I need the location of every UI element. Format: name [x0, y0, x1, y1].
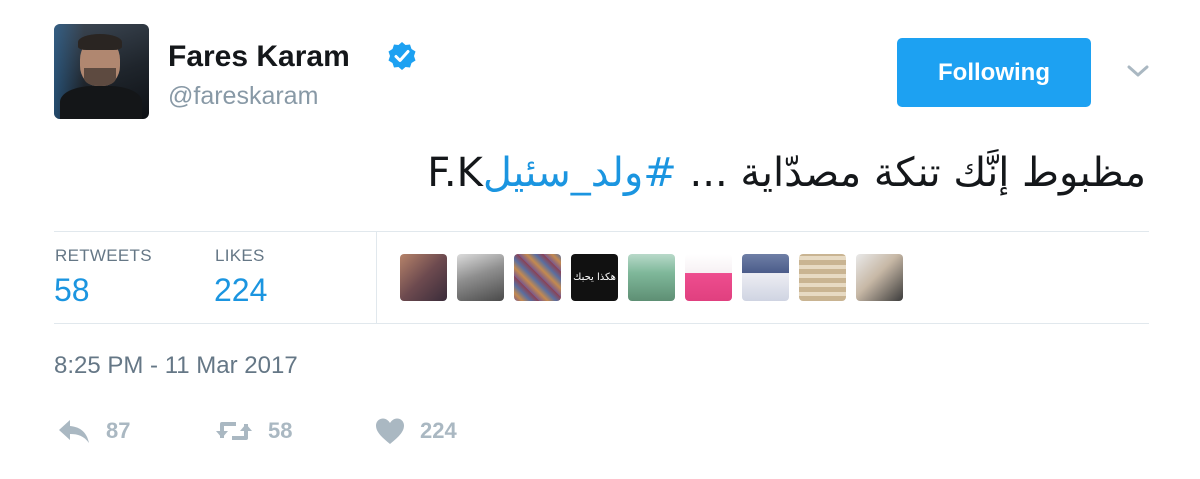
likes-count[interactable]: 224 — [214, 272, 267, 309]
liker-avatar[interactable] — [628, 254, 675, 301]
tweet-text: مظبوط إنَّك تنكة مصدّاية ... #ولد_سئيل F… — [146, 150, 1146, 196]
liker-avatar[interactable] — [799, 254, 846, 301]
tweet-signature: F.K — [414, 150, 483, 196]
user-handle[interactable]: @fareskaram — [168, 82, 318, 111]
liker-avatar[interactable] — [742, 254, 789, 301]
reply-icon — [59, 420, 89, 443]
retweets-count[interactable]: 58 — [54, 272, 90, 309]
liker-avatar[interactable] — [400, 254, 447, 301]
liker-avatar[interactable] — [856, 254, 903, 301]
retweets-label: RETWEETS — [55, 246, 152, 265]
divider — [54, 231, 1149, 232]
avatar-hair — [78, 34, 122, 50]
retweet-action[interactable]: 58 — [214, 414, 292, 448]
liker-avatar[interactable] — [514, 254, 561, 301]
liker-avatar[interactable] — [457, 254, 504, 301]
tweet-timestamp[interactable]: 8:25 PM - 11 Mar 2017 — [54, 352, 298, 380]
heart-icon — [376, 418, 404, 444]
liker-avatar-text: هكذا يحبك — [573, 272, 616, 283]
tweet-body: مظبوط إنَّك تنكة مصدّاية ... — [676, 150, 1146, 196]
avatar[interactable] — [54, 24, 149, 119]
following-button[interactable]: Following — [897, 38, 1091, 107]
avatar-beard — [84, 68, 116, 86]
hashtag-link[interactable]: #ولد_سئيل — [483, 150, 677, 196]
retweet-icon — [216, 422, 252, 440]
liker-avatar[interactable]: هكذا يحبك — [571, 254, 618, 301]
reply-action[interactable]: 87 — [56, 414, 130, 448]
likers-avatar-list: هكذا يحبك — [400, 254, 903, 302]
verified-badge-icon — [388, 42, 416, 70]
avatar-shirt — [60, 86, 142, 119]
likes-label: LIKES — [215, 246, 265, 265]
like-action[interactable]: 224 — [374, 414, 457, 448]
like-count: 224 — [420, 418, 457, 443]
display-name[interactable]: Fares Karam — [168, 40, 350, 74]
divider — [54, 323, 1149, 324]
stats-divider — [376, 232, 377, 323]
liker-avatar[interactable] — [685, 254, 732, 301]
chevron-down-icon[interactable] — [1124, 60, 1152, 82]
reply-count: 87 — [106, 418, 131, 443]
retweet-count: 58 — [268, 418, 293, 443]
